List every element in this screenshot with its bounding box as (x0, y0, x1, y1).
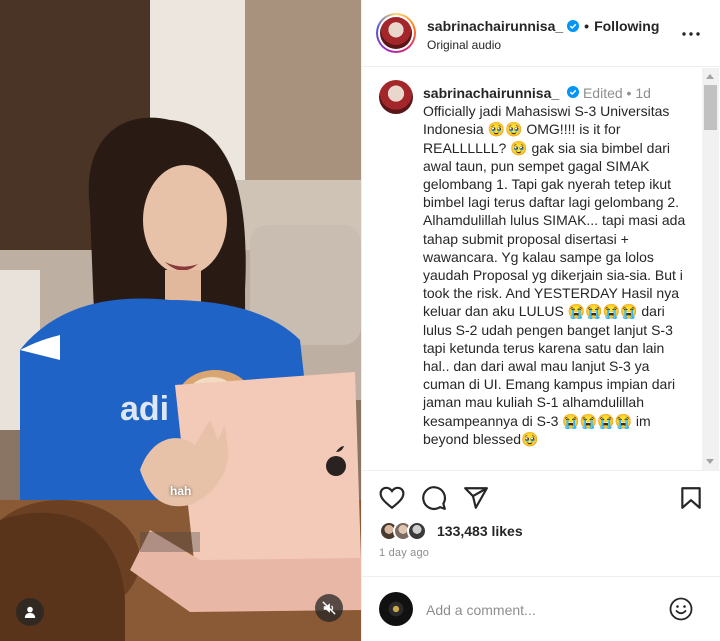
author-line: sabrinachairunnisa_ • Following (427, 18, 659, 34)
caption-author-avatar[interactable] (379, 80, 413, 114)
person-icon (24, 606, 36, 618)
caption-username[interactable]: sabrinachairunnisa_ (423, 85, 559, 101)
verified-badge-icon (567, 20, 580, 32)
mute-toggle-button[interactable] (315, 594, 343, 622)
scrollbar-thumb[interactable] (704, 85, 717, 130)
following-button[interactable]: Following (594, 18, 659, 34)
verified-badge-icon (567, 86, 580, 98)
paper-plane-icon[interactable] (463, 485, 489, 511)
post-video[interactable]: adi hah (0, 0, 361, 641)
tagged-users-button[interactable] (16, 598, 44, 626)
video-frame: adi (0, 0, 361, 641)
action-bar: 133,483 likes 1 day ago (362, 470, 720, 576)
separator-dot: • (584, 18, 590, 34)
speech-bubble-icon[interactable] (421, 485, 447, 511)
post-header: sabrinachairunnisa_ • Following Original… (362, 0, 720, 67)
post-side-panel: sabrinachairunnisa_ • Following Original… (361, 0, 720, 641)
caption-time[interactable]: 1d (635, 85, 651, 101)
comments-section: sabrinachairunnisa_ Edited • 1d Official… (362, 68, 720, 470)
comments-scrollbar[interactable] (702, 68, 719, 470)
scroll-up-arrow-icon[interactable] (706, 74, 714, 79)
add-comment-bar (362, 576, 720, 641)
current-user-avatar (379, 592, 413, 626)
caption: sabrinachairunnisa_ Edited • 1d Official… (423, 84, 691, 448)
ellipsis-icon[interactable] (680, 24, 702, 44)
liker-avatar (407, 521, 427, 541)
author-avatar[interactable] (376, 13, 416, 53)
liker-avatars[interactable] (379, 521, 431, 541)
comment-input[interactable] (426, 599, 646, 621)
smiley-icon[interactable] (669, 597, 693, 621)
caption-text: Officially jadi Mahasiswi S-3 Universita… (423, 103, 686, 447)
audio-link[interactable]: Original audio (427, 38, 501, 52)
svg-text:adi: adi (120, 390, 169, 428)
edited-label: Edited (582, 85, 623, 101)
author-username[interactable]: sabrinachairunnisa_ (427, 18, 563, 34)
post-time[interactable]: 1 day ago (379, 547, 429, 559)
like-count[interactable]: 133,483 likes (437, 523, 523, 539)
heart-icon[interactable] (379, 485, 405, 511)
video-caption-word: hah (170, 484, 192, 498)
speaker-muted-icon (322, 601, 336, 615)
bookmark-icon[interactable] (678, 485, 704, 511)
scroll-down-arrow-icon[interactable] (706, 459, 714, 464)
